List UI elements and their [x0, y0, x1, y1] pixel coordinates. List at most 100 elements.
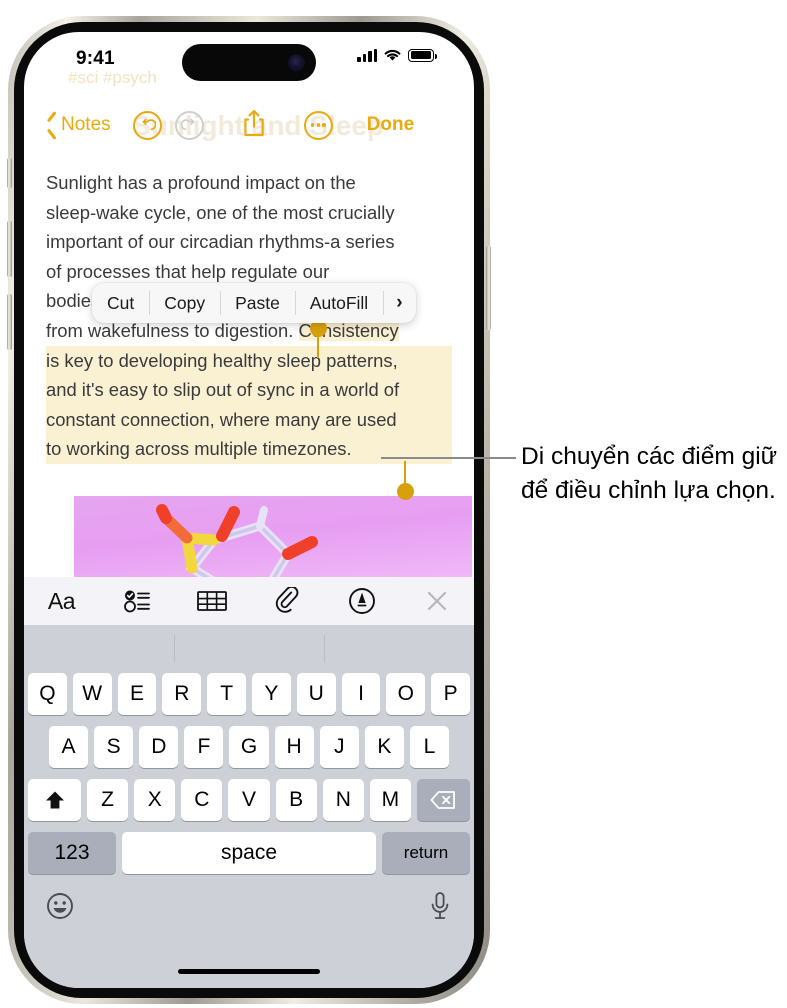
navigation-bar: Notes Done — [24, 102, 474, 148]
keyboard-bottom-row — [24, 885, 474, 926]
on-screen-keyboard: Q W E R T Y U I O P A S D F G H J K L Z … — [24, 625, 474, 988]
key-x[interactable]: X — [134, 779, 176, 821]
key-y[interactable]: Y — [252, 673, 291, 715]
key-f[interactable]: F — [184, 726, 224, 768]
redo-arrow-icon — [180, 118, 195, 130]
key-l[interactable]: L — [409, 726, 449, 768]
key-a[interactable]: A — [49, 726, 89, 768]
backspace-icon — [431, 791, 456, 809]
callout-annotation-text: Di chuyển các điểm giữ để điều chỉnh lựa… — [521, 443, 778, 504]
wifi-icon — [384, 49, 401, 61]
attachment-button[interactable] — [249, 587, 324, 615]
key-e[interactable]: E — [117, 673, 157, 715]
markup-pen-button[interactable] — [324, 587, 399, 615]
silent-switch[interactable] — [7, 158, 12, 188]
menu-item-paste[interactable]: Paste — [220, 283, 295, 323]
table-button[interactable] — [174, 589, 249, 613]
key-m[interactable]: M — [369, 779, 411, 821]
key-d[interactable]: D — [139, 726, 179, 768]
more-options-button[interactable] — [303, 110, 333, 140]
key-b[interactable]: B — [275, 779, 317, 821]
emoji-key[interactable] — [46, 892, 74, 925]
keyboard-row-2: A S D F G H J K L — [24, 726, 474, 768]
back-button-label: Notes — [61, 114, 111, 135]
cellular-bars-icon — [357, 48, 377, 62]
key-p[interactable]: P — [431, 673, 470, 715]
key-g[interactable]: G — [229, 726, 269, 768]
callout-leader-line — [381, 457, 516, 460]
note-line-text: from wakefulness to digestion. — [46, 319, 299, 341]
selection-handle-knob — [396, 483, 414, 500]
key-o[interactable]: O — [386, 673, 426, 715]
keyboard-row-1: Q W E R T Y U I O P — [24, 673, 474, 715]
status-indicators — [357, 48, 437, 62]
keyboard-row-4: 123 space return — [24, 832, 474, 874]
status-bar: 9:41 — [24, 32, 474, 90]
markup-pen-icon — [348, 588, 375, 614]
note-selected-line: to working across multiple timezones. — [46, 434, 452, 464]
format-text-button[interactable]: Aa — [24, 588, 99, 615]
dynamic-island — [182, 44, 316, 81]
predictive-divider — [323, 635, 325, 663]
key-h[interactable]: H — [274, 726, 314, 768]
menu-item-copy[interactable]: Copy — [149, 283, 220, 323]
checklist-icon — [123, 590, 150, 613]
key-j[interactable]: J — [319, 726, 359, 768]
key-v[interactable]: V — [228, 779, 270, 821]
undo-arrow-icon — [142, 118, 156, 130]
return-key[interactable]: return — [382, 832, 470, 874]
key-t[interactable]: T — [207, 673, 246, 715]
undo-button[interactable] — [132, 110, 162, 140]
note-selected-line: and it's easy to slip out of sync in a w… — [46, 375, 452, 405]
power-button[interactable] — [486, 246, 491, 330]
keyboard-row-3: Z X C V B N M — [24, 779, 474, 821]
iphone-device-frame: #sci #psych Sunlight and Sleep 9:41 Note… — [7, 16, 491, 1004]
backspace-key[interactable] — [416, 779, 470, 821]
shift-key[interactable] — [28, 779, 81, 821]
key-i[interactable]: I — [341, 673, 381, 715]
volume-down-button[interactable] — [7, 294, 12, 350]
key-c[interactable]: C — [181, 779, 223, 821]
status-time: 9:41 — [76, 48, 115, 69]
checklist-button[interactable] — [99, 589, 174, 613]
back-to-notes-button[interactable]: Notes — [46, 114, 111, 136]
numbers-key[interactable]: 123 — [28, 832, 116, 874]
note-selected-line: is key to developing healthy sleep patte… — [46, 345, 452, 376]
share-icon — [243, 109, 264, 136]
emoji-smiley-icon — [47, 893, 73, 919]
note-line: important of our circadian rhythms-a ser… — [46, 231, 395, 253]
front-camera-icon — [288, 54, 305, 71]
key-u[interactable]: U — [296, 673, 336, 715]
volume-up-button[interactable] — [7, 221, 12, 277]
done-button[interactable]: Done — [367, 114, 415, 136]
key-w[interactable]: W — [72, 673, 112, 715]
menu-item-autofill[interactable]: AutoFill — [294, 283, 383, 323]
key-k[interactable]: K — [364, 726, 404, 768]
share-button[interactable] — [242, 108, 266, 143]
text-edit-context-menu: Cut Copy Paste AutoFill › — [92, 283, 416, 323]
paperclip-icon — [275, 587, 298, 613]
note-selected-line: constant connection, where many are used — [46, 404, 452, 435]
key-r[interactable]: R — [162, 673, 202, 715]
key-n[interactable]: N — [322, 779, 364, 821]
microphone-icon — [431, 892, 449, 919]
close-toolbar-button[interactable] — [399, 589, 474, 613]
table-icon — [196, 591, 227, 611]
space-key[interactable]: space — [122, 832, 376, 874]
redo-button[interactable] — [174, 110, 204, 140]
battery-full-icon — [408, 48, 437, 62]
key-s[interactable]: S — [94, 726, 134, 768]
key-q[interactable]: Q — [28, 673, 67, 715]
note-line: of processes that help regulate our — [46, 260, 330, 282]
menu-item-cut[interactable]: Cut — [92, 283, 149, 323]
note-format-toolbar: Aa — [24, 577, 474, 625]
key-z[interactable]: Z — [87, 779, 129, 821]
shift-arrow-icon — [45, 791, 64, 809]
more-ellipsis-icon — [310, 123, 326, 127]
home-indicator[interactable] — [178, 968, 320, 974]
chevron-left-icon — [46, 116, 57, 135]
predictive-text-bar[interactable] — [24, 625, 474, 673]
dictation-key[interactable] — [428, 891, 452, 926]
format-aa-label: Aa — [47, 587, 76, 614]
menu-item-more-arrow[interactable]: › — [383, 283, 415, 323]
